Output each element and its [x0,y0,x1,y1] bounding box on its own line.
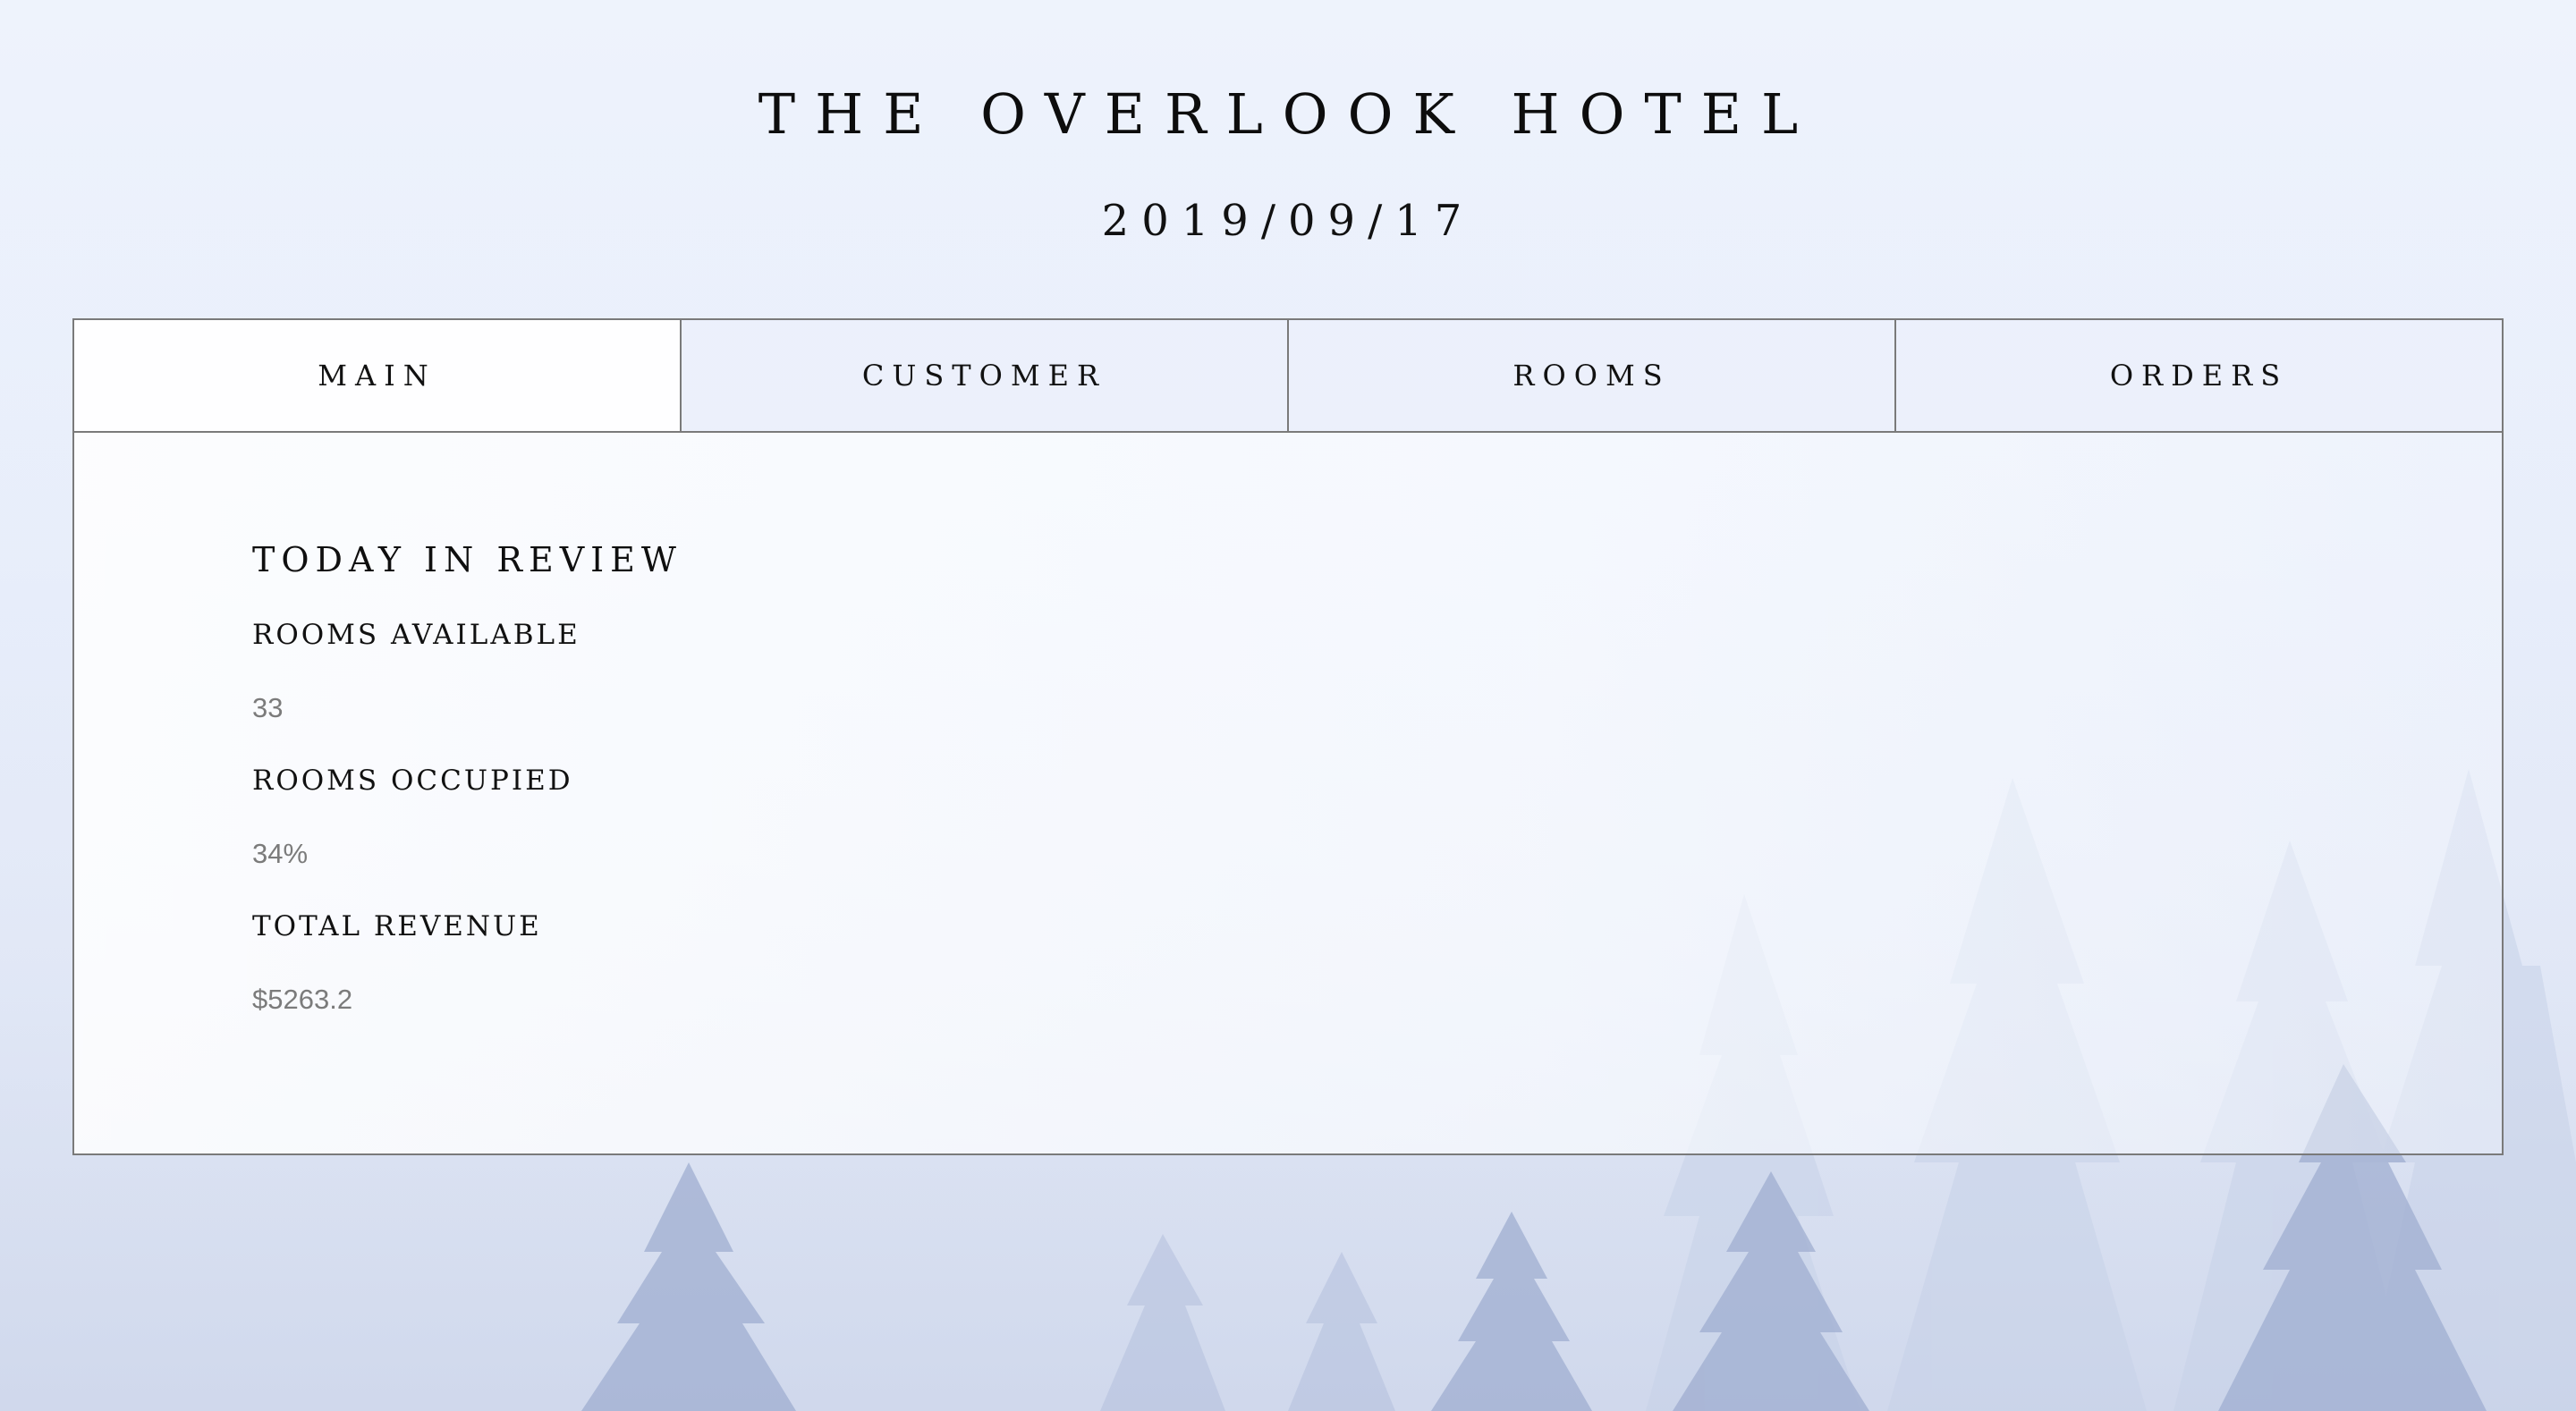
main-content: TODAY IN REVIEW ROOMS AVAILABLE 33 ROOMS… [74,433,2502,1153]
tab-main[interactable]: MAIN [74,320,682,431]
tab-customer[interactable]: CUSTOMER [682,320,1289,431]
tab-rooms[interactable]: ROOMS [1289,320,1896,431]
rooms-available-label: ROOMS AVAILABLE [252,619,580,651]
dashboard-panel: MAIN CUSTOMER ROOMS ORDERS TODAY IN REVI… [72,318,2504,1155]
rooms-available-value: 33 [252,692,284,723]
tab-orders[interactable]: ORDERS [1896,320,2502,431]
hotel-title: THE OVERLOOK HOTEL [758,81,1818,147]
rooms-occupied-value: 34% [252,838,309,869]
total-revenue-label: TOTAL REVENUE [252,910,542,942]
rooms-occupied-label: ROOMS OCCUPIED [252,765,573,797]
current-date: 2019/09/17 [1101,196,1475,246]
total-revenue-value: $5263.2 [252,984,353,1015]
review-title: TODAY IN REVIEW [252,540,682,579]
tab-bar: MAIN CUSTOMER ROOMS ORDERS [74,320,2502,433]
